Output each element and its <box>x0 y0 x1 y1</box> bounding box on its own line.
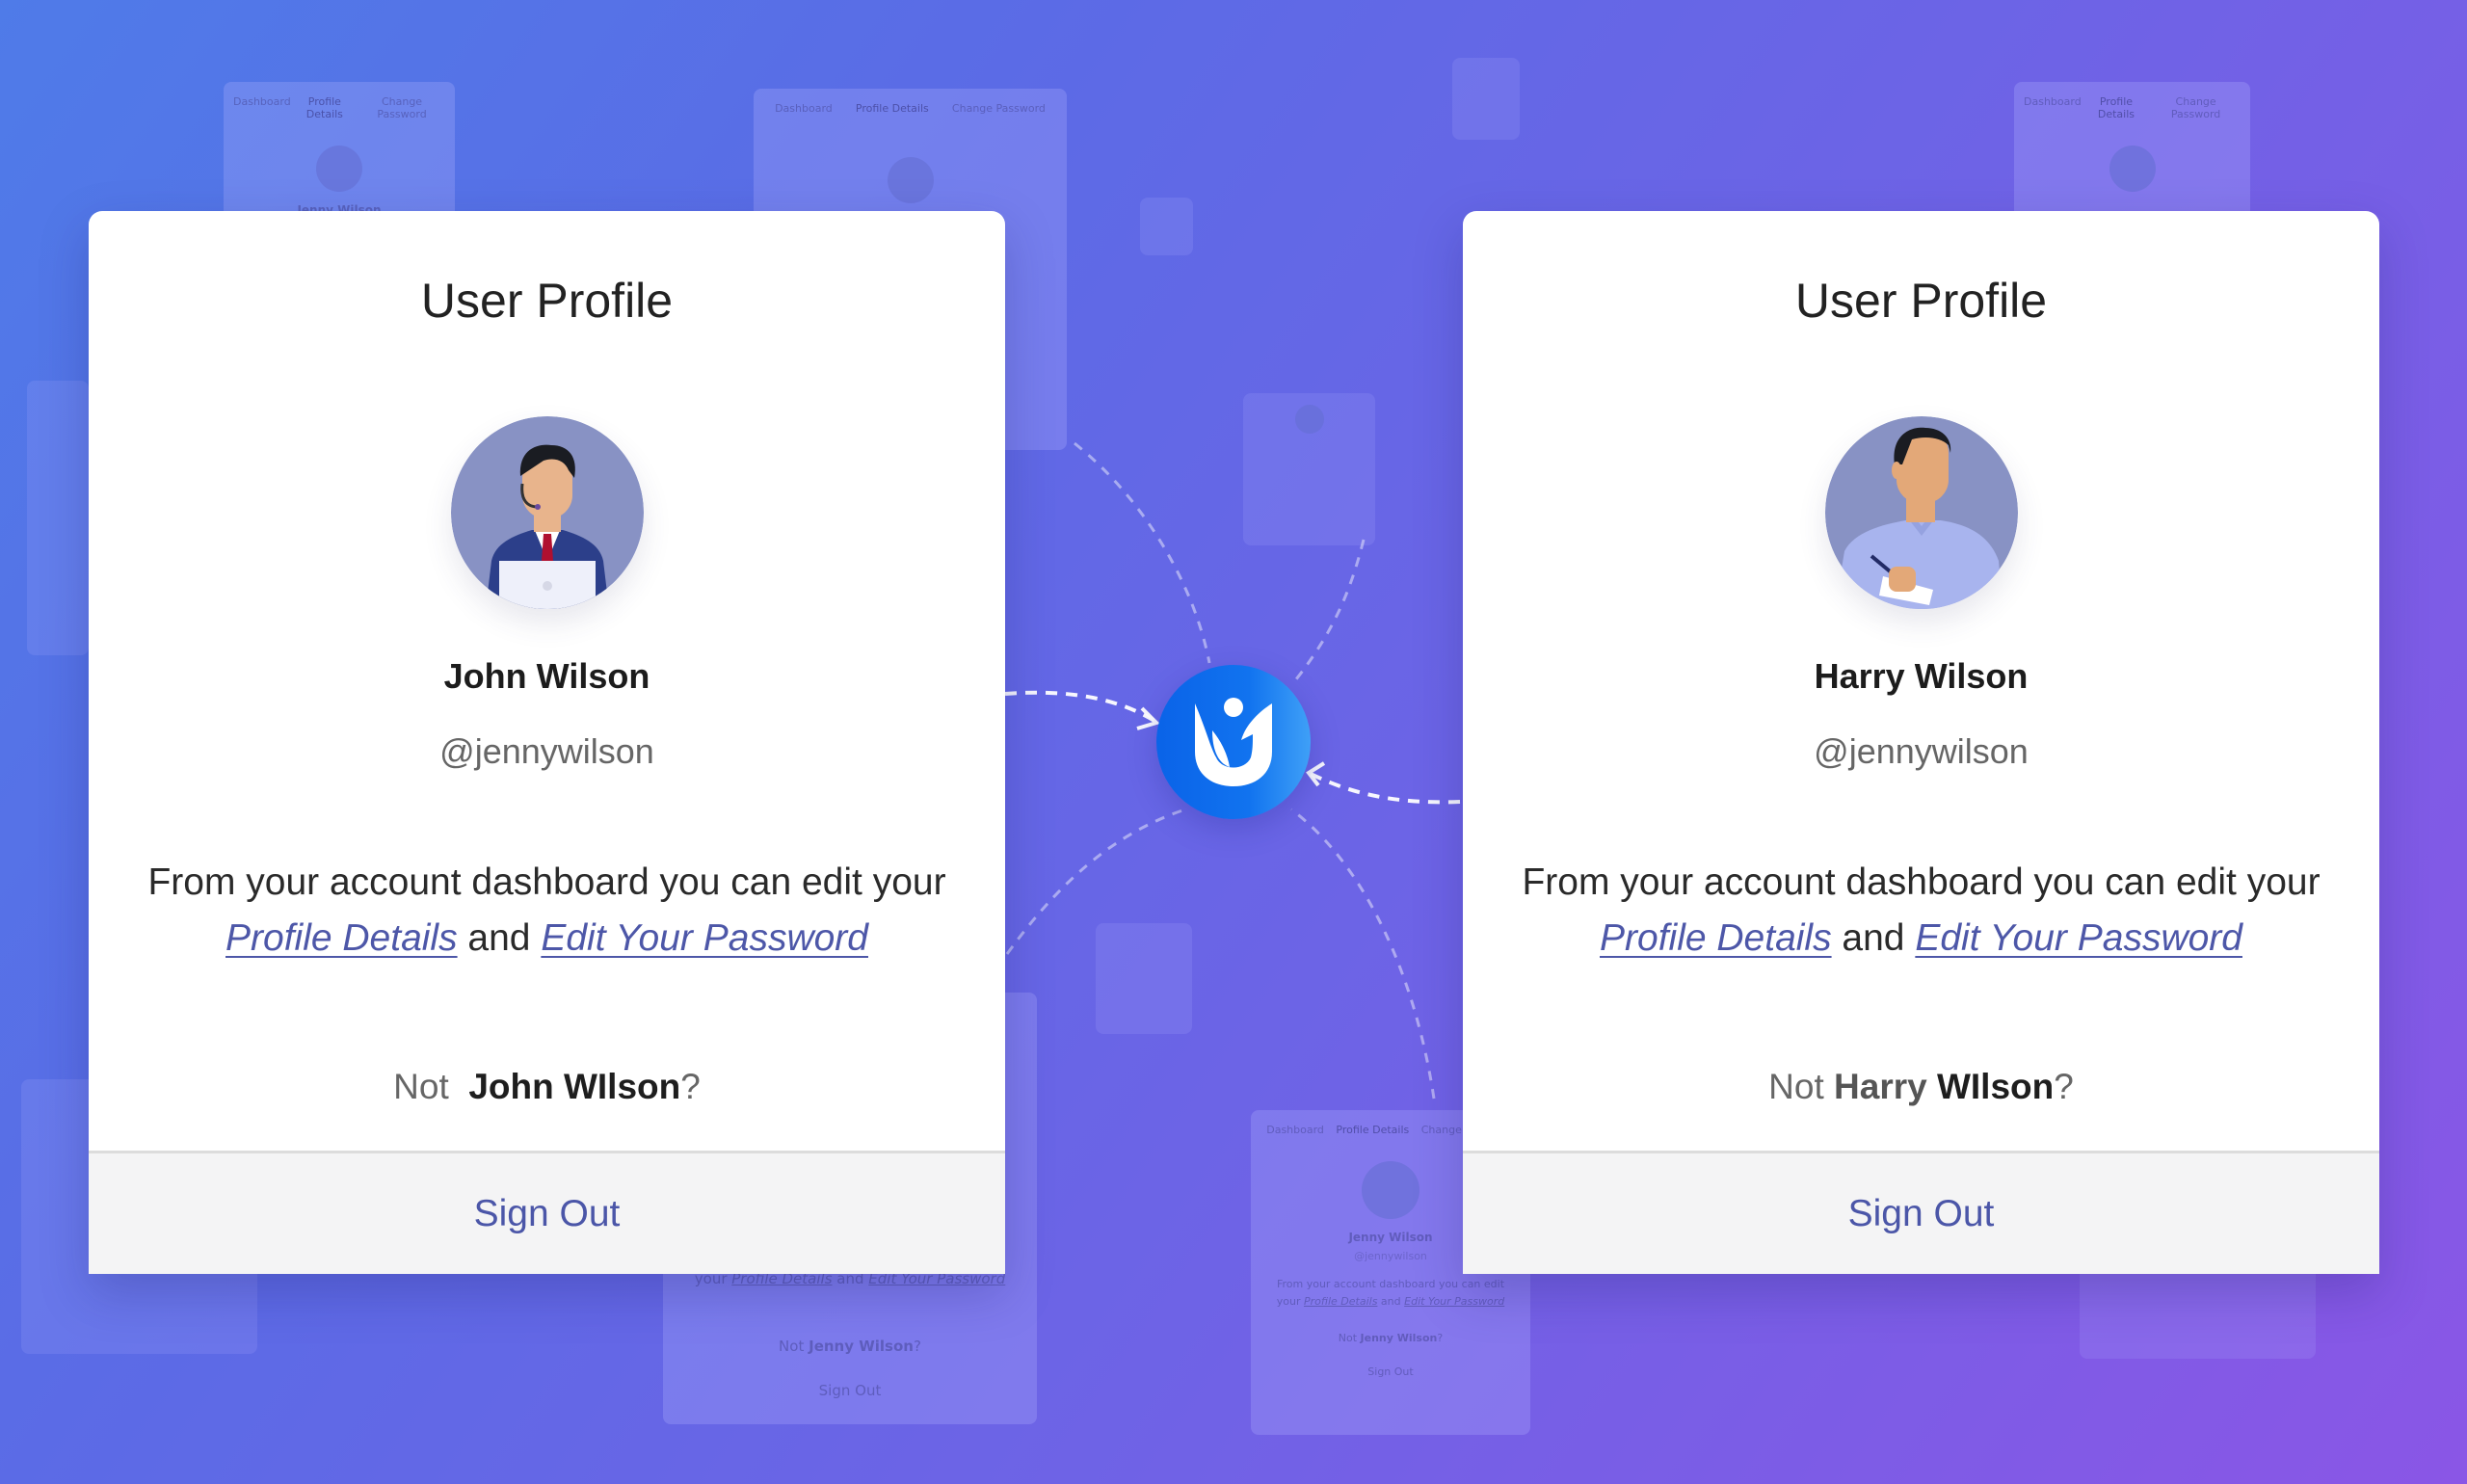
account-description: From your account dashboard you can edit… <box>147 861 946 959</box>
writing-man-avatar-icon <box>1824 416 2018 609</box>
account-description: From your account dashboard you can edit… <box>1522 861 2321 959</box>
user-handle: @jennywilson <box>439 731 654 771</box>
sign-out-button[interactable]: Sign Out <box>1848 1193 1995 1235</box>
brand-logo-icon <box>1195 698 1272 786</box>
avatar <box>1824 416 2018 609</box>
user-profile-card: User Profile Harry Wilson @jennywilson F… <box>1463 211 2379 1274</box>
user-handle: @jennywilson <box>1814 731 2029 771</box>
connector-bottom-left <box>1005 808 1186 955</box>
edit-password-link[interactable]: Edit Your Password <box>1915 917 2242 959</box>
user-profile-card: User Profile John Wilson @jennywilson Fr… <box>89 211 1005 1274</box>
profile-details-link[interactable]: Profile Details <box>1600 917 1832 959</box>
profile-details-link[interactable]: Profile Details <box>225 917 458 959</box>
not-user-prompt: Not Harry WIlson? <box>1768 1067 2074 1106</box>
user-name: John Wilson <box>443 656 650 696</box>
avatar <box>450 416 644 609</box>
connector-left <box>1004 690 1156 723</box>
user-name: Harry Wilson <box>1814 656 2029 696</box>
arrowhead-right <box>1306 761 1326 787</box>
card-footer: Sign Out <box>1463 1151 2379 1274</box>
support-agent-avatar-icon <box>450 416 644 609</box>
card-title: User Profile <box>420 274 674 328</box>
card-footer: Sign Out <box>89 1151 1005 1274</box>
connector-bottom-right <box>1290 808 1436 1100</box>
edit-password-link[interactable]: Edit Your Password <box>541 917 868 959</box>
connector-top-left <box>1074 441 1211 664</box>
connector-right <box>1310 772 1461 805</box>
card-title: User Profile <box>1794 274 2048 328</box>
not-user-prompt: Not John WIlson? <box>393 1067 701 1106</box>
brand-logo <box>1156 665 1311 819</box>
connector-top-right <box>1294 539 1366 680</box>
sign-out-button[interactable]: Sign Out <box>474 1193 621 1235</box>
